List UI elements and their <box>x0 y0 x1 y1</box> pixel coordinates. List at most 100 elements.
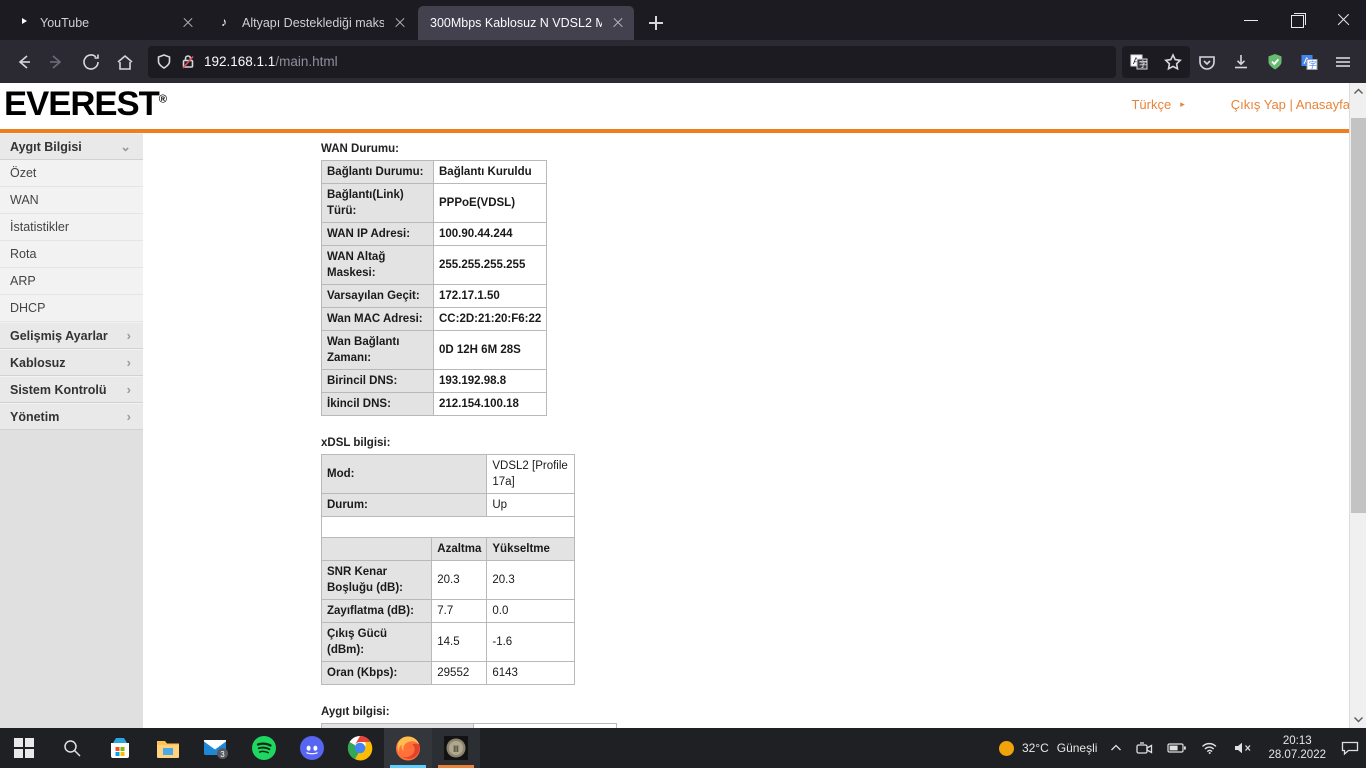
scroll-up-button[interactable] <box>1350 83 1366 100</box>
tab-title: YouTube <box>40 16 90 30</box>
table-row: SNR Kenar Boşluğu (dB): 20.3 20.3 <box>320 560 575 600</box>
svg-text:字: 字 <box>1139 59 1147 69</box>
sidebar-group-aygit-bilgisi[interactable]: Aygıt Bilgisi ⌄ <box>0 133 143 160</box>
reload-button[interactable] <box>74 46 108 78</box>
sidebar-item-dhcp[interactable]: DHCP <box>0 295 143 322</box>
shield-icon[interactable] <box>156 53 172 70</box>
restore-button[interactable] <box>1274 0 1320 40</box>
main-content: WAN Durumu: Bağlantı Durumu: Bağlantı Ku… <box>143 133 1366 728</box>
translate-extension-icon[interactable]: A 字 <box>1292 46 1326 78</box>
browser-tab-altyapi[interactable]: Altyapı Desteklediği maks. Hızı S <box>206 6 416 40</box>
back-button[interactable] <box>6 46 40 78</box>
scroll-down-button[interactable] <box>1350 711 1366 728</box>
sidebar-item-istatistikler[interactable]: İstatistikler <box>0 214 143 241</box>
table-row: Varsayılan Geçit: 172.17.1.50 <box>321 284 548 308</box>
window-controls <box>1228 0 1366 40</box>
row-label: Zayıflatma (dB): <box>320 599 433 623</box>
taskbar-apps: 3 Ⅲ <box>0 728 480 768</box>
tab-title: 300Mbps Kablosuz N VDSL2 Modem <box>430 16 602 30</box>
page-scrollbar[interactable] <box>1349 83 1366 728</box>
sidebar-item-arp[interactable]: ARP <box>0 268 143 295</box>
row-label: SNR Kenar Boşluğu (dB): <box>320 560 433 600</box>
row-value: PPPoE(VDSL) <box>432 183 548 223</box>
row-label: Varsayılan Geçit: <box>321 284 434 308</box>
sidebar: Aygıt Bilgisi ⌄ Özet WAN İstatistikler R… <box>0 133 143 728</box>
table-row: Bağlantı(Link) Türü: PPPoE(VDSL) <box>321 183 548 223</box>
firefox-icon[interactable] <box>384 728 432 768</box>
meet-now-icon[interactable] <box>1129 728 1160 768</box>
row-label: Mod: <box>320 454 488 494</box>
pocket-icon[interactable] <box>1190 46 1224 78</box>
row-label: Oran (Kbps): <box>320 661 433 685</box>
file-explorer-icon[interactable] <box>144 728 192 768</box>
close-button[interactable] <box>1320 0 1366 40</box>
xdsl-info-table: Mod: VDSL2 [Profile 17a] Durum: Up Azalt… <box>320 454 575 685</box>
clock-date: 28.07.2022 <box>1268 749 1326 761</box>
address-bar[interactable]: 192.168.1.1/main.html <box>148 45 1116 78</box>
tab-close-icon[interactable] <box>180 15 196 31</box>
sidebar-group-label: Aygıt Bilgisi <box>10 139 82 154</box>
svg-text:字: 字 <box>1309 59 1317 69</box>
search-icon[interactable] <box>48 728 96 768</box>
sidebar-group-gelismis-ayarlar[interactable]: Gelişmiş Ayarlar › <box>0 322 143 349</box>
row-label: Bağlantı Durumu: <box>321 160 434 184</box>
browser-tab-youtube[interactable]: YouTube <box>4 6 204 40</box>
weather-widget[interactable]: 32°C Güneşli <box>998 740 1104 756</box>
scrollbar-thumb[interactable] <box>1351 118 1366 513</box>
row-value: Bağlantı Kuruldu <box>432 160 548 184</box>
downloads-icon[interactable] <box>1224 46 1258 78</box>
tab-close-icon[interactable] <box>392 15 408 31</box>
chevron-right-icon: › <box>126 355 131 370</box>
tab-close-icon[interactable] <box>610 15 626 31</box>
spotify-icon[interactable] <box>240 728 288 768</box>
battery-icon[interactable] <box>1160 728 1194 768</box>
navigation-toolbar: 192.168.1.1/main.html A 字 字 <box>0 40 1366 83</box>
chevron-up-icon[interactable] <box>1103 728 1129 768</box>
microsoft-store-icon[interactable] <box>96 728 144 768</box>
table-row: Wan MAC Adresi: CC:2D:21:20:F6:22 <box>321 307 548 331</box>
minimize-button[interactable] <box>1228 0 1274 40</box>
clock[interactable]: 20:13 28.07.2022 <box>1260 734 1334 762</box>
row-value: 212.154.100.18 <box>432 392 548 416</box>
volume-muted-icon[interactable] <box>1226 728 1260 768</box>
chrome-icon[interactable] <box>336 728 384 768</box>
sidebar-group-yonetim[interactable]: Yönetim › <box>0 403 143 430</box>
sidebar-group-label: Yönetim <box>10 409 60 424</box>
discord-icon[interactable] <box>288 728 336 768</box>
home-button[interactable] <box>108 46 142 78</box>
chevron-right-icon: › <box>126 409 131 424</box>
table-row: Bağlantı Durumu: Bağlantı Kuruldu <box>321 160 548 184</box>
sun-icon <box>998 740 1014 756</box>
language-selector[interactable]: Türkçe ▸ <box>1131 97 1184 112</box>
column-header-downstream: Azaltma <box>431 537 488 561</box>
device-info-title: Aygıt bilgisi: <box>321 706 390 718</box>
sidebar-item-rota[interactable]: Rota <box>0 241 143 268</box>
sidebar-item-label: DHCP <box>10 301 46 315</box>
notification-icon[interactable] <box>1334 728 1366 768</box>
wan-status-title: WAN Durumu: <box>321 143 399 155</box>
start-button[interactable] <box>0 728 48 768</box>
adguard-shield-icon[interactable] <box>1258 46 1292 78</box>
app-menu-icon[interactable] <box>1326 46 1360 78</box>
sidebar-item-wan[interactable]: WAN <box>0 187 143 214</box>
row-value-down: 7.7 <box>431 599 488 623</box>
browser-tab-modem[interactable]: 300Mbps Kablosuz N VDSL2 Modem <box>418 6 634 40</box>
sidebar-group-sistem-kontrolu[interactable]: Sistem Kontrolü › <box>0 376 143 403</box>
bookmark-star-icon[interactable] <box>1156 46 1190 78</box>
sidebar-group-kablosuz[interactable]: Kablosuz › <box>0 349 143 376</box>
empty-corner-cell <box>320 537 433 561</box>
wifi-icon[interactable] <box>1194 728 1226 768</box>
windows-taskbar: 3 Ⅲ 32°C Güneşli 20:13 28.07.2022 <box>0 728 1366 768</box>
table-row: Birincil DNS: 193.192.98.8 <box>321 369 548 393</box>
header-links[interactable]: Çıkış Yap | Anasayfa <box>1231 97 1350 112</box>
coin-app-icon[interactable]: Ⅲ <box>432 728 480 768</box>
sidebar-item-ozet[interactable]: Özet <box>0 160 143 187</box>
lock-crossed-icon[interactable] <box>180 53 196 70</box>
new-tab-button[interactable] <box>642 9 670 37</box>
table-header-row: Azaltma Yükseltme <box>320 537 575 561</box>
table-row: Zayıflatma (dB): 7.7 0.0 <box>320 599 575 623</box>
translate-page-icon[interactable]: A 字 <box>1122 46 1156 78</box>
forward-button[interactable] <box>40 46 74 78</box>
language-label: Türkçe <box>1131 97 1172 112</box>
mail-icon[interactable]: 3 <box>192 728 240 768</box>
